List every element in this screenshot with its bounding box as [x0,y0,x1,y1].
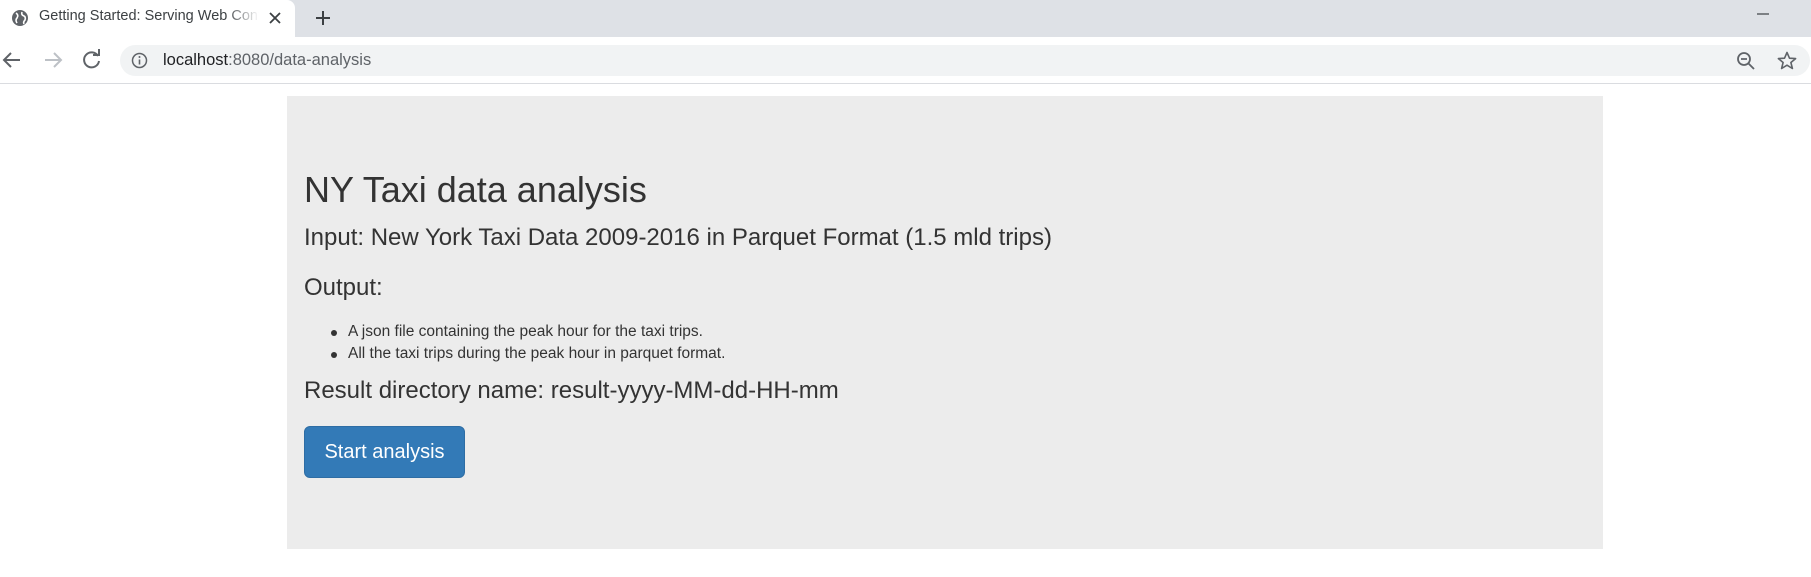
list-item: A json file containing the peak hour for… [304,321,725,343]
output-list: A json file containing the peak hour for… [304,321,725,365]
zoom-out-icon[interactable] [1735,50,1757,72]
address-path: :8080/data-analysis [228,51,372,69]
address-host: localhost [163,51,229,69]
address-url[interactable]: localhost:8080/data-analysis [163,51,371,70]
browser-tab[interactable]: Getting Started: Serving Web Content [0,0,295,37]
star-icon[interactable] [1776,50,1798,72]
bullet-icon [331,352,337,358]
tab-title: Getting Started: Serving Web Content [39,8,259,24]
globe-icon [12,10,28,26]
browser-toolbar: localhost:8080/data-analysis [0,37,1811,84]
result-directory-name: Result directory name: result-yyyy-MM-dd… [304,377,839,404]
list-item-text: A json file containing the peak hour for… [348,323,703,340]
start-analysis-button[interactable]: Start analysis [304,426,465,478]
close-icon[interactable] [264,7,286,29]
minimize-icon[interactable] [1752,4,1774,24]
address-bar[interactable]: localhost:8080/data-analysis [120,45,1810,76]
list-item: All the taxi trips during the peak hour … [304,343,725,365]
bullet-icon [331,330,337,336]
output-heading: Output: [304,274,383,301]
info-icon[interactable] [131,52,148,69]
reload-icon[interactable] [79,47,105,73]
page-title: NY Taxi data analysis [304,169,647,210]
tab-strip: Getting Started: Serving Web Content [0,0,1811,37]
plus-icon[interactable] [311,6,335,30]
arrow-right-icon[interactable] [39,47,65,73]
jumbotron: NY Taxi data analysis Input: New York Ta… [287,96,1603,549]
arrow-left-icon[interactable] [0,47,26,73]
input-description: Input: New York Taxi Data 2009-2016 in P… [304,224,1052,251]
list-item-text: All the taxi trips during the peak hour … [348,345,726,362]
